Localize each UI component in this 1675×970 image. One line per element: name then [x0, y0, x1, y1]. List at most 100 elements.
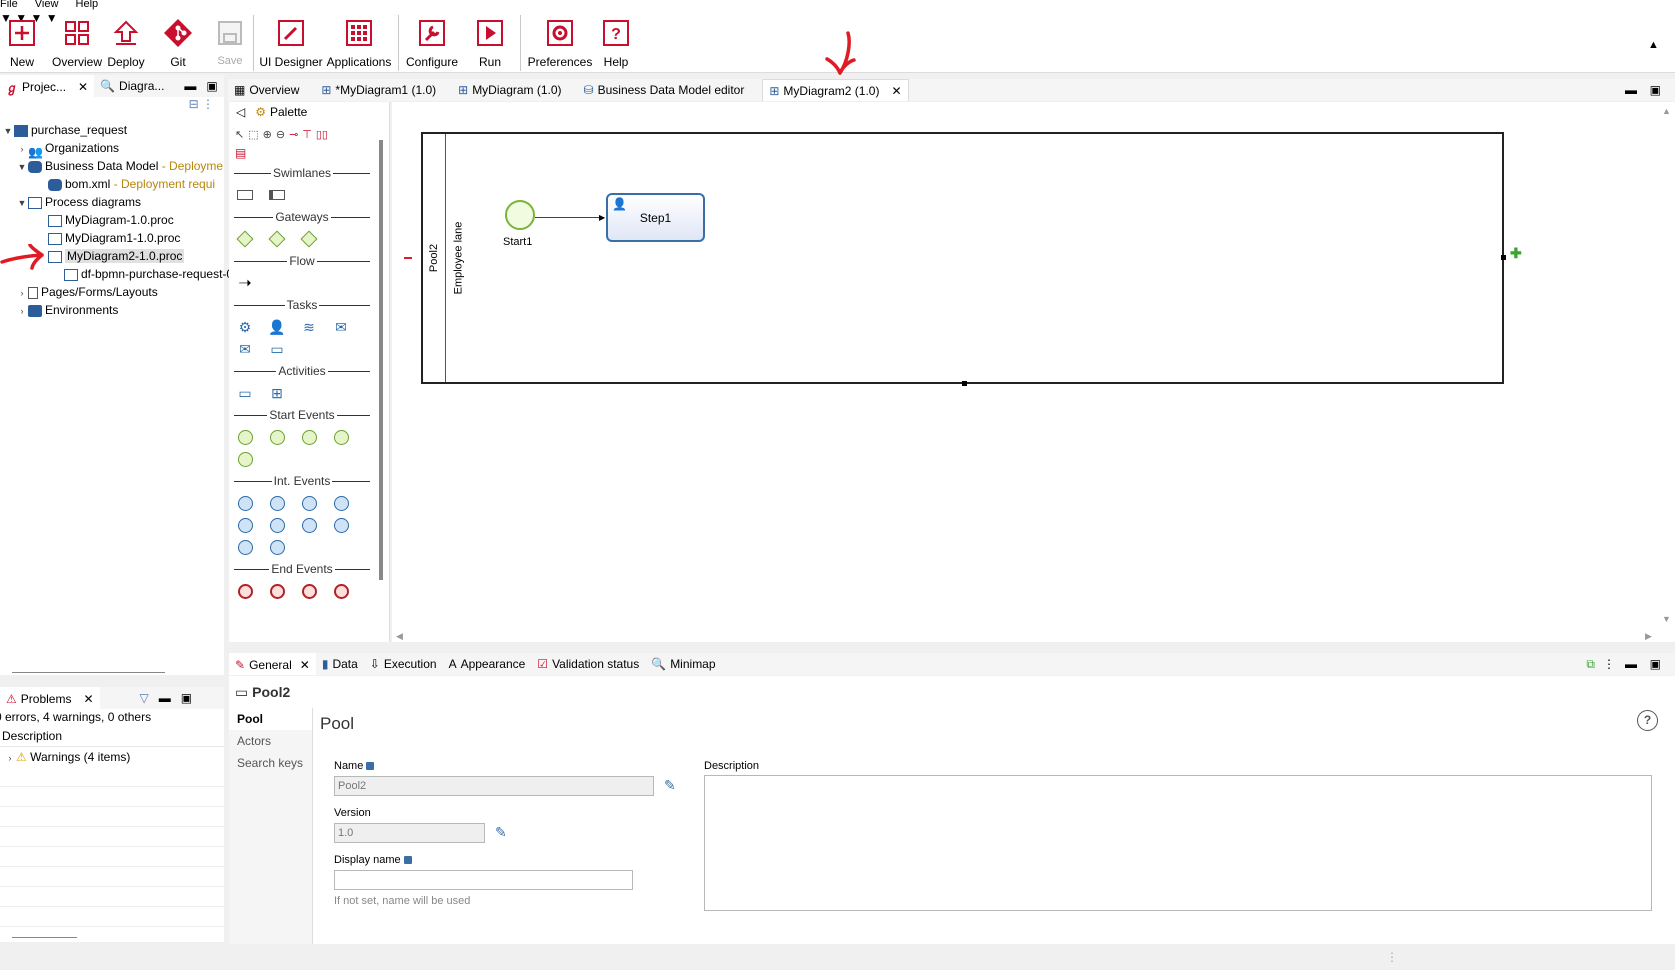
minimize-icon[interactable]: ▬	[1625, 657, 1637, 671]
scrollbar[interactable]	[12, 937, 77, 938]
call-activity-icon[interactable]: ▭	[235, 383, 255, 403]
configure-button[interactable]: Configure	[403, 17, 461, 73]
script-task-icon[interactable]: ≋	[299, 317, 319, 337]
deploy-button[interactable]: Deploy	[104, 17, 148, 73]
new-button[interactable]: New	[2, 17, 42, 73]
close-icon[interactable]: ✕	[83, 692, 93, 706]
end-signal-icon[interactable]	[299, 581, 319, 601]
tree-diagram-item[interactable]: MyDiagram-1.0.proc	[2, 211, 224, 229]
zoom-out-icon[interactable]: ⊖	[276, 128, 285, 141]
side-tab-actors[interactable]: Actors	[229, 730, 312, 752]
pool-shape[interactable]	[421, 132, 1504, 384]
tree-environments[interactable]: › Environments	[2, 301, 224, 319]
palette-section-start-events[interactable]: Start Events	[232, 404, 372, 426]
inclusive-gateway-icon[interactable]	[299, 229, 319, 249]
tree-bom[interactable]: bom.xml - Deployment requi	[2, 175, 224, 193]
collapsed-icon[interactable]: ›	[16, 140, 28, 158]
select-tool-icon[interactable]: ↖	[235, 128, 244, 141]
git-button[interactable]: Git	[156, 17, 200, 73]
start-signal-icon[interactable]	[331, 427, 351, 447]
message-event-icon[interactable]	[299, 493, 319, 513]
close-icon[interactable]: ✕	[891, 84, 901, 98]
service-task-icon[interactable]: ⚙	[235, 317, 255, 337]
column-header-description[interactable]: Description	[0, 725, 224, 747]
marquee-tool-icon[interactable]: ⬚	[248, 128, 258, 141]
run-button[interactable]: Run	[468, 17, 512, 73]
collapsed-icon[interactable]: ›	[16, 284, 28, 302]
expanded-icon[interactable]: ▼	[16, 158, 28, 176]
close-icon[interactable]: ✕	[78, 80, 88, 94]
scroll-down-icon[interactable]: ▼	[1662, 614, 1671, 624]
sequence-flow-icon[interactable]: ➝	[235, 273, 255, 293]
pool-icon[interactable]	[235, 185, 255, 205]
collapse-palette-icon[interactable]: ◁	[236, 105, 245, 119]
tab-problems[interactable]: ⚠ Problems ✕	[0, 687, 100, 709]
text-tool-icon[interactable]: ⊤	[302, 128, 312, 141]
catch-message-icon[interactable]	[331, 493, 351, 513]
minimize-icon[interactable]: ▬	[184, 79, 196, 93]
intermediate-event-icon[interactable]	[235, 537, 255, 557]
edit-pencil-icon[interactable]: ✎	[495, 824, 507, 841]
timer-event-icon[interactable]	[331, 515, 351, 535]
subprocess-icon[interactable]: ⊞	[267, 383, 287, 403]
view-menu-icon[interactable]: ⋮	[1603, 657, 1615, 671]
overview-button[interactable]: Overview	[52, 17, 102, 73]
description-textarea[interactable]	[704, 775, 1652, 911]
link-event-icon[interactable]	[235, 493, 255, 513]
ui-designer-button[interactable]: UI Designer	[258, 17, 324, 73]
catch-timer-icon[interactable]	[267, 537, 287, 557]
maximize-icon[interactable]: ▣	[181, 691, 192, 705]
scroll-up-icon[interactable]: ▲	[1662, 106, 1671, 116]
help-button[interactable]: ? Help	[596, 17, 636, 73]
pool-label-area[interactable]: Pool2	[423, 134, 445, 382]
tab-bdm-editor[interactable]: ⛁ Business Data Model editor	[578, 79, 751, 101]
side-tab-search-keys[interactable]: Search keys	[229, 752, 312, 774]
tab-data[interactable]: ▮ Data	[316, 653, 364, 675]
palette-section-end-events[interactable]: End Events	[232, 558, 372, 580]
end-message-icon[interactable]	[267, 581, 287, 601]
help-icon[interactable]: ?	[1637, 710, 1658, 731]
start-event-icon[interactable]	[235, 427, 255, 447]
tab-minimap[interactable]: 🔍 Minimap	[645, 653, 721, 675]
tree-bdm[interactable]: ▼ Business Data Model - Deployme	[2, 157, 224, 175]
version-field[interactable]: 1.0	[334, 823, 485, 843]
exclusive-gateway-icon[interactable]	[267, 229, 287, 249]
parallel-gateway-icon[interactable]	[235, 229, 255, 249]
start-timer-icon[interactable]	[299, 427, 319, 447]
scrollbar[interactable]	[12, 672, 165, 673]
minimize-icon[interactable]: ▬	[1625, 83, 1637, 97]
tree-process-diagrams[interactable]: ▼ Process diagrams	[2, 193, 224, 211]
zoom-in-icon[interactable]: ⊕	[263, 128, 272, 141]
signal-event-icon[interactable]	[235, 515, 255, 535]
lane-label-area[interactable]: Employee lane	[447, 134, 469, 382]
tab-mydiagram1[interactable]: ⊞ *MyDiagram1 (1.0)	[315, 79, 442, 101]
problems-warnings-row[interactable]: › ⚠ Warnings (4 items)	[0, 747, 224, 767]
edit-pencil-icon[interactable]: ✎	[664, 777, 676, 794]
collapsed-icon[interactable]: ›	[4, 748, 16, 768]
maximize-icon[interactable]: ▣	[1650, 83, 1661, 97]
maximize-icon[interactable]: ▣	[206, 79, 217, 93]
tab-validation[interactable]: ☑ Validation status	[531, 653, 645, 675]
tab-project[interactable]: ℊ Projec... ✕	[0, 75, 95, 97]
collapse-toolbar-icon[interactable]: ▲	[1648, 39, 1659, 51]
tab-overview[interactable]: ▦ Overview	[228, 79, 305, 101]
side-tab-pool[interactable]: Pool	[229, 708, 312, 730]
tree-root[interactable]: ▼ purchase_request	[2, 121, 224, 139]
collapse-all-icon[interactable]: ⊟ ⋮	[0, 97, 224, 121]
lane-icon[interactable]	[267, 185, 287, 205]
human-task-icon[interactable]: 👤	[267, 317, 287, 337]
palette-section-gateways[interactable]: Gateways	[232, 206, 372, 228]
applications-button[interactable]: Applications	[326, 17, 392, 73]
palette-section-tasks[interactable]: Tasks	[232, 294, 372, 316]
resize-handle-right[interactable]	[1501, 255, 1506, 260]
resize-handle-bottom[interactable]	[962, 381, 967, 386]
end-event-icon[interactable]	[235, 581, 255, 601]
catch-link-icon[interactable]	[267, 493, 287, 513]
palette-section-swimlanes[interactable]: Swimlanes	[232, 162, 372, 184]
tab-diagram[interactable]: 🔍 Diagra...	[94, 75, 170, 97]
minimize-icon[interactable]: ▬	[159, 691, 171, 705]
add-lane-icon[interactable]: ✚	[1510, 245, 1522, 262]
palette-section-flow[interactable]: Flow	[232, 250, 372, 272]
expanded-icon[interactable]: ▼	[2, 122, 14, 140]
tab-execution[interactable]: ⇩ Execution	[364, 653, 443, 675]
